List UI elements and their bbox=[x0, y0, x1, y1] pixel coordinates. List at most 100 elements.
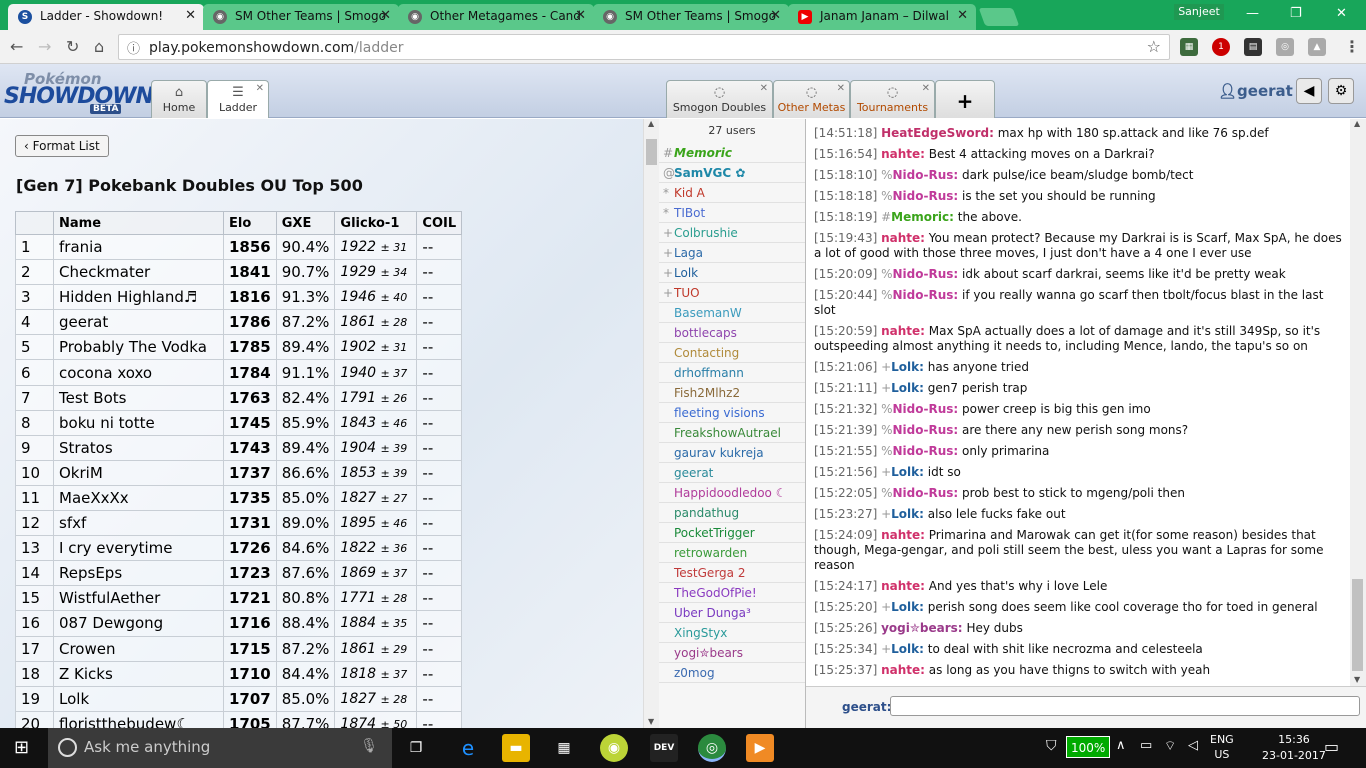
chrome-icon[interactable]: ◎ bbox=[698, 734, 726, 762]
close-icon[interactable]: ✕ bbox=[837, 83, 845, 94]
scrollbar-thumb[interactable] bbox=[1352, 579, 1363, 671]
user-list-item[interactable]: drhoffmann bbox=[659, 363, 805, 383]
add-room-button[interactable]: + bbox=[935, 80, 995, 118]
player-name-link[interactable]: boku ni totte bbox=[53, 409, 224, 436]
clock[interactable]: 15:36 23-01-2017 bbox=[1262, 732, 1326, 764]
user-list-item[interactable]: +TUO bbox=[659, 283, 805, 303]
chat-username[interactable]: Lolk: bbox=[891, 381, 924, 395]
user-name-button[interactable]: 👤︎geerat bbox=[1218, 82, 1293, 100]
maximize-icon[interactable]: ❐ bbox=[1290, 6, 1302, 21]
chat-username[interactable]: Nido-Rus: bbox=[893, 168, 959, 182]
user-list-item[interactable]: FreakshowAutrael bbox=[659, 423, 805, 443]
user-list-item[interactable]: * Kid A bbox=[659, 183, 805, 203]
browser-tab-3[interactable]: ◉ Other Metagames - Cand ✕ bbox=[398, 4, 594, 30]
media-player-icon[interactable]: ▶ bbox=[746, 734, 774, 762]
user-list-item[interactable]: +Laga bbox=[659, 243, 805, 263]
chat-username[interactable]: yogi✮bears: bbox=[881, 621, 963, 635]
home-icon[interactable]: ⌂ bbox=[94, 37, 104, 56]
user-list-item[interactable]: Fish2Mlhz2 bbox=[659, 383, 805, 403]
tab-room-smogon-doubles[interactable]: ◌ Smogon Doubles ✕ bbox=[666, 80, 773, 118]
player-name-link[interactable]: Lolk bbox=[53, 685, 224, 712]
user-list-item[interactable]: #Memoric bbox=[659, 143, 805, 163]
network-icon[interactable]: ▭ bbox=[1140, 738, 1152, 753]
extension-icon[interactable]: ▦ bbox=[1180, 38, 1198, 56]
player-name-link[interactable]: Stratos bbox=[53, 434, 224, 461]
options-button[interactable]: ⚙ bbox=[1328, 78, 1354, 104]
tab-ladder[interactable]: ☰ Ladder ✕ bbox=[207, 80, 269, 118]
browser-tab-5[interactable]: ▶ Janam Janam – Dilwal ✕ bbox=[788, 4, 976, 30]
chevron-up-icon[interactable]: ∧ bbox=[1116, 738, 1126, 753]
user-list-item[interactable]: z0mog bbox=[659, 663, 805, 683]
chat-username[interactable]: Nido-Rus: bbox=[893, 288, 959, 302]
user-list-item[interactable]: gaurav kukreja bbox=[659, 443, 805, 463]
adblock-icon[interactable]: 1 bbox=[1212, 38, 1230, 56]
user-list-item[interactable]: +Lolk bbox=[659, 263, 805, 283]
chat-username[interactable]: Nido-Rus: bbox=[893, 189, 959, 203]
windows-start-icon[interactable]: ⊞ bbox=[14, 737, 29, 758]
chat-username[interactable]: Nido-Rus: bbox=[893, 486, 959, 500]
chat-username[interactable]: Lolk: bbox=[891, 465, 924, 479]
chat-username[interactable]: HeatEdgeSword: bbox=[881, 126, 994, 140]
chat-username[interactable]: nahte: bbox=[881, 579, 925, 593]
format-list-button[interactable]: ‹ Format List bbox=[15, 135, 109, 157]
user-list-item[interactable]: pandathug bbox=[659, 503, 805, 523]
player-name-link[interactable]: sfxf bbox=[53, 510, 224, 537]
tab-room-other-metas[interactable]: ◌ Other Metas ✕ bbox=[773, 80, 850, 118]
battery-indicator[interactable]: 100% bbox=[1066, 736, 1111, 758]
back-icon[interactable]: ← bbox=[10, 37, 23, 56]
microphone-icon[interactable]: 🎙︎ bbox=[360, 738, 378, 754]
reload-icon[interactable]: ↻ bbox=[66, 37, 79, 56]
notifications-icon[interactable]: ▭ bbox=[1324, 737, 1339, 756]
chat-username[interactable]: Nido-Rus: bbox=[893, 423, 959, 437]
close-icon[interactable]: ✕ bbox=[770, 8, 781, 23]
close-icon[interactable]: ✕ bbox=[575, 8, 586, 23]
sound-button[interactable]: ◀ bbox=[1296, 78, 1322, 104]
close-icon[interactable]: ✕ bbox=[957, 8, 968, 23]
chat-username[interactable]: Lolk: bbox=[891, 642, 924, 656]
extension-icon[interactable]: ◎ bbox=[1276, 38, 1294, 56]
user-list-item[interactable]: yogi✮bears bbox=[659, 643, 805, 663]
browser-tab-1[interactable]: S Ladder - Showdown! ✕ bbox=[8, 4, 204, 30]
player-name-link[interactable]: floristthebudew☾ bbox=[53, 710, 224, 728]
user-list-item[interactable]: +Colbrushie bbox=[659, 223, 805, 243]
scroll-up-icon[interactable]: ▲ bbox=[1354, 119, 1360, 128]
player-name-link[interactable]: WistfulAether bbox=[53, 585, 224, 612]
player-name-link[interactable]: Test Bots bbox=[53, 384, 224, 411]
close-window-icon[interactable]: ✕ bbox=[1336, 6, 1347, 21]
player-name-link[interactable]: frania bbox=[53, 233, 224, 261]
player-name-link[interactable]: OkriM bbox=[53, 459, 224, 486]
security-icon[interactable]: ⛉ bbox=[1046, 738, 1057, 754]
browser-tab-2[interactable]: ◉ SM Other Teams | Smogo ✕ bbox=[203, 4, 399, 30]
user-list-item[interactable]: XingStyx bbox=[659, 623, 805, 643]
edge-icon[interactable]: e bbox=[454, 734, 482, 762]
user-list-item[interactable]: Contacting bbox=[659, 343, 805, 363]
forward-icon[interactable]: → bbox=[38, 37, 51, 56]
player-name-link[interactable]: Hidden Highland♬ bbox=[53, 284, 224, 311]
file-explorer-icon[interactable]: ▬ bbox=[502, 734, 530, 762]
menu-icon[interactable]: ⋮ bbox=[1344, 37, 1360, 56]
player-name-link[interactable]: 087 Dewgong bbox=[53, 610, 224, 637]
user-list-item[interactable]: BasemanW bbox=[659, 303, 805, 323]
cortana-search-box[interactable]: Ask me anything 🎙︎ bbox=[48, 728, 392, 768]
chat-scrollbar[interactable]: ▲ ▼ bbox=[1350, 119, 1366, 686]
close-icon[interactable]: ✕ bbox=[760, 83, 768, 94]
player-name-link[interactable]: cocona xoxo bbox=[53, 359, 224, 386]
scroll-down-icon[interactable]: ▼ bbox=[648, 717, 654, 726]
new-tab-button[interactable] bbox=[978, 8, 1020, 26]
user-list-item[interactable]: Uber Dunga³ bbox=[659, 603, 805, 623]
tab-home[interactable]: ⌂ Home bbox=[151, 80, 207, 118]
scroll-down-icon[interactable]: ▼ bbox=[1354, 675, 1360, 684]
player-name-link[interactable]: RepsEps bbox=[53, 560, 224, 587]
player-name-link[interactable]: geerat bbox=[53, 309, 224, 336]
ladder-scrollbar[interactable]: ▲ ▼ bbox=[643, 119, 659, 728]
scrollbar-thumb[interactable] bbox=[646, 139, 657, 165]
user-list-item[interactable]: bottlecaps bbox=[659, 323, 805, 343]
app-icon[interactable]: ◉ bbox=[600, 734, 628, 762]
minimize-icon[interactable]: — bbox=[1246, 6, 1259, 21]
language-indicator[interactable]: ENG US bbox=[1210, 732, 1234, 762]
chat-username[interactable]: nahte: bbox=[881, 147, 925, 161]
info-icon[interactable]: ⓘ bbox=[127, 38, 140, 57]
url-input[interactable]: ⓘ play.pokemonshowdown.com/ladder ☆ bbox=[118, 34, 1170, 60]
player-name-link[interactable]: Crowen bbox=[53, 635, 224, 662]
store-icon[interactable]: ▦ bbox=[550, 734, 578, 762]
